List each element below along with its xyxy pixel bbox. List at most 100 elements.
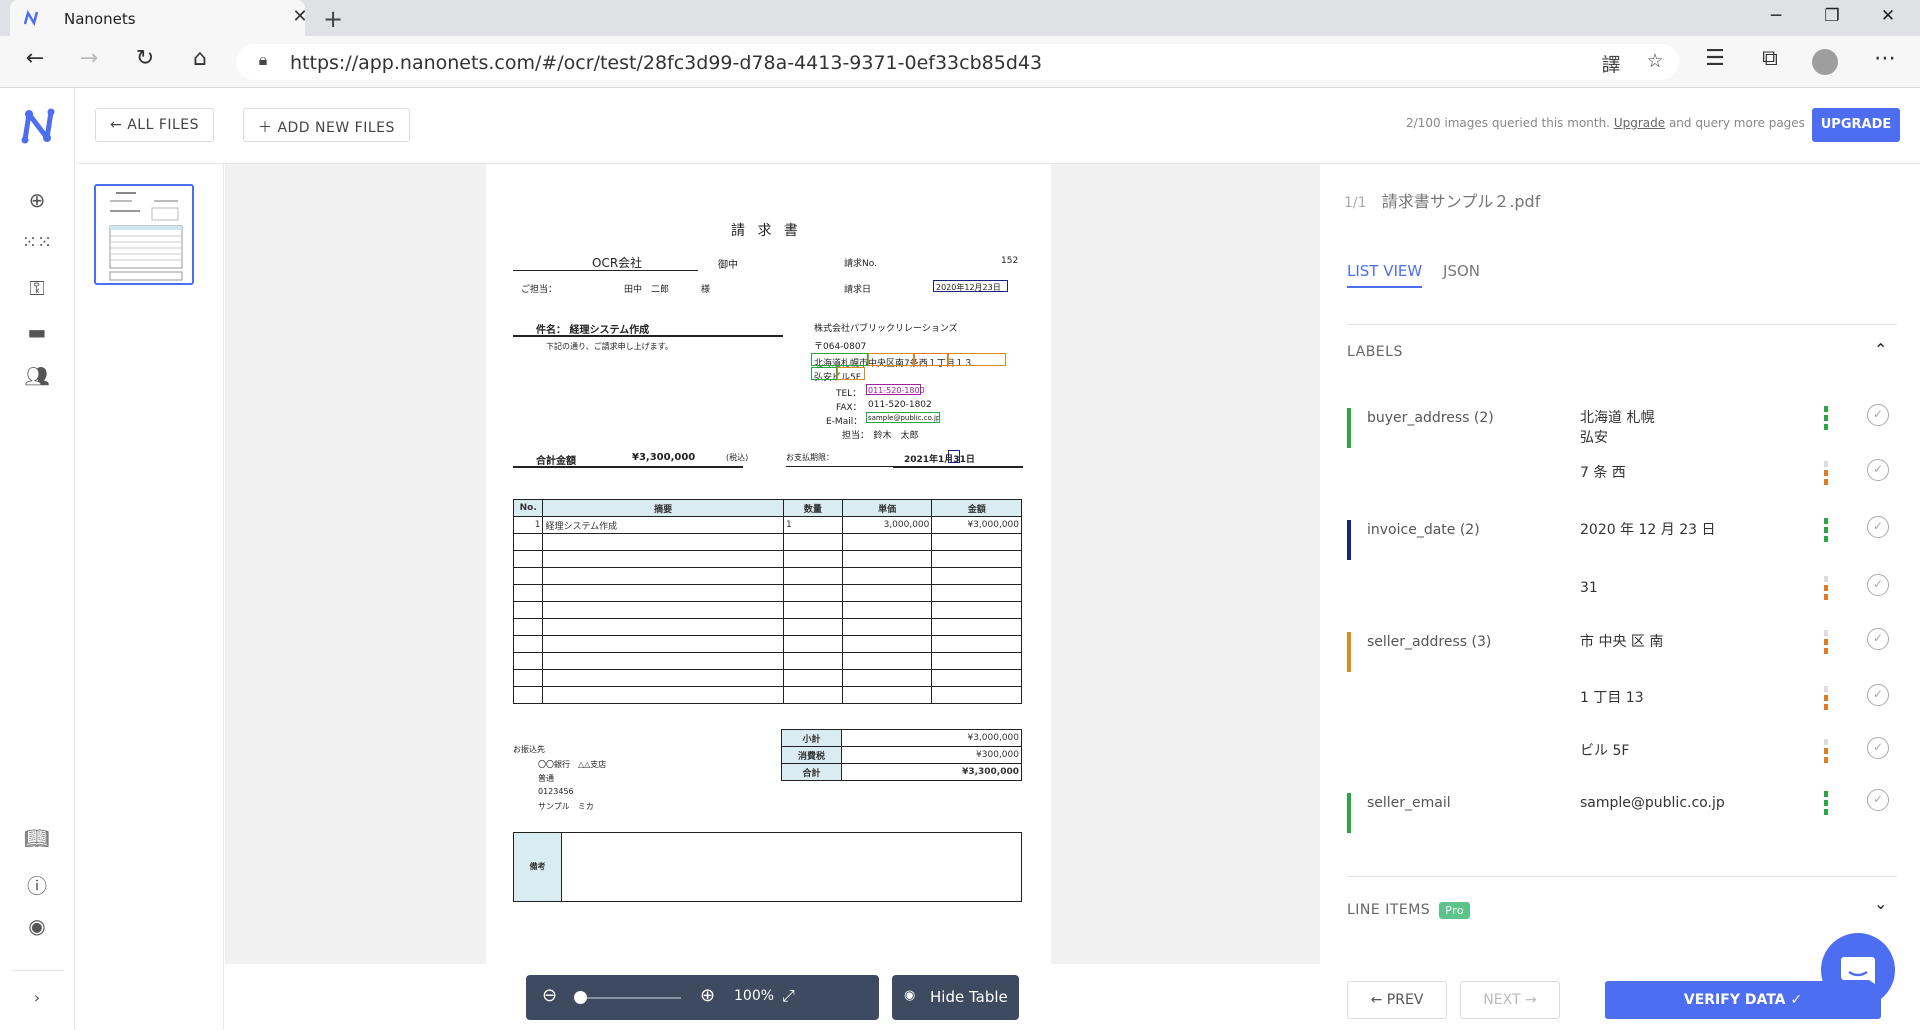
- confirm-check-icon[interactable]: ✓: [1867, 684, 1889, 706]
- buyer-address-highlight-2[interactable]: [914, 353, 948, 366]
- all-files-button[interactable]: ← ALL FILES: [95, 108, 215, 142]
- apps-grid-icon[interactable]: ⁙⁙: [18, 232, 56, 262]
- confirm-check-icon[interactable]: ✓: [1867, 516, 1889, 538]
- docs-book-icon[interactable]: 📖︎: [18, 826, 56, 856]
- label-value[interactable]: sample@public.co.jp: [1580, 793, 1725, 813]
- upgrade-link[interactable]: Upgrade: [1614, 116, 1665, 130]
- label-value[interactable]: 市 中央 区 南: [1580, 632, 1663, 652]
- minimize-icon[interactable]: ─: [1756, 6, 1796, 26]
- help-icon[interactable]: ⓘ: [18, 870, 56, 900]
- due-day-highlight[interactable]: [948, 450, 960, 463]
- hide-table-button[interactable]: ◉ Hide Table: [892, 975, 1019, 1020]
- label-name: seller_address (3): [1367, 634, 1492, 650]
- label-name: seller_email: [1367, 795, 1451, 811]
- next-button[interactable]: NEXT →: [1460, 981, 1560, 1019]
- confirm-check-icon[interactable]: ✓: [1867, 574, 1889, 596]
- team-icon[interactable]: 👥︎: [18, 364, 56, 394]
- table-row: [512, 567, 1022, 585]
- zoom-slider-handle[interactable]: [574, 991, 587, 1004]
- drag-handle-icon[interactable]: [1824, 576, 1830, 603]
- drag-handle-icon[interactable]: [1824, 461, 1830, 488]
- expand-sidebar-icon[interactable]: ›: [18, 988, 56, 1018]
- reload-icon[interactable]: ↻: [128, 46, 162, 71]
- confirm-check-icon[interactable]: ✓: [1867, 789, 1889, 811]
- doc-seller-name: 株式会社パブリックリレーションズ: [814, 324, 958, 334]
- new-tab-icon[interactable]: +: [318, 5, 348, 33]
- seller-address-highlight-3[interactable]: [837, 367, 865, 380]
- label-value[interactable]: 7 条 西: [1580, 463, 1626, 483]
- zoom-in-icon[interactable]: ⊕: [700, 985, 715, 1006]
- nanonets-logo[interactable]: [19, 106, 57, 146]
- prev-button[interactable]: ← PREV: [1347, 981, 1447, 1019]
- label-value[interactable]: 北海道 札幌 弘安: [1580, 408, 1654, 448]
- confirm-check-icon[interactable]: ✓: [1867, 459, 1889, 481]
- due-underline-2: [893, 466, 1023, 468]
- restore-icon[interactable]: ❐: [1812, 6, 1852, 26]
- invoice-date-highlight[interactable]: [933, 280, 1008, 292]
- page-thumbnail[interactable]: [94, 184, 194, 285]
- zoom-slider[interactable]: [578, 997, 681, 999]
- buyer-address-highlight-3[interactable]: [811, 367, 837, 380]
- label-value[interactable]: 2020 年 12 月 23 日: [1580, 520, 1716, 540]
- plus-icon: ＋: [258, 120, 278, 136]
- document-viewer: 請 求 書 OCR会社 御中 請求No. 152 ご担当： 田中 二郎 様 請求…: [225, 164, 1320, 1030]
- favorites-list-icon[interactable]: ☰: [1698, 46, 1732, 71]
- zoom-out-icon[interactable]: ⊖: [542, 985, 557, 1006]
- address-bar[interactable]: 🔒︎ https://app.nanonets.com/#/ocr/test/2…: [236, 44, 1679, 80]
- seller-email-highlight[interactable]: [866, 412, 940, 423]
- add-new-files-button[interactable]: ＋ ADD NEW FILES: [243, 108, 410, 142]
- doc-staff: 担当： 鈴木 太郎: [842, 431, 919, 441]
- table-header: No.: [512, 499, 544, 517]
- chat-launcher-button[interactable]: [1821, 933, 1895, 1007]
- drag-handle-icon[interactable]: [1824, 518, 1830, 545]
- drag-handle-icon[interactable]: [1824, 686, 1830, 713]
- collections-icon[interactable]: ⧉: [1753, 46, 1787, 71]
- tab-close-icon[interactable]: ✕: [290, 6, 310, 27]
- drag-handle-icon[interactable]: [1824, 791, 1830, 818]
- doc-invoice-no-label: 請求No.: [844, 259, 877, 269]
- zoom-controls: ⊖ ⊕ 100% ⤢: [526, 975, 879, 1020]
- more-menu-icon[interactable]: ⋯: [1868, 46, 1902, 71]
- favorite-star-icon[interactable]: ☆: [1640, 50, 1670, 72]
- tel-highlight[interactable]: [866, 384, 921, 395]
- home-icon[interactable]: ⌂: [183, 46, 217, 71]
- account-icon[interactable]: ◉: [18, 914, 56, 944]
- browser-tab[interactable]: Nanonets ✕: [10, 0, 308, 36]
- label-value[interactable]: 31: [1580, 578, 1598, 598]
- remarks-box: 備考: [513, 832, 1022, 902]
- window-close-icon[interactable]: ✕: [1868, 6, 1908, 26]
- translate-icon[interactable]: 譯: [1596, 50, 1626, 77]
- table-cell: 1: [782, 516, 843, 534]
- pro-badge: Pro: [1439, 902, 1471, 919]
- add-model-icon[interactable]: ⊕: [18, 188, 56, 218]
- total-underline: [513, 466, 743, 468]
- forward-icon[interactable]: →: [72, 46, 106, 71]
- profile-avatar[interactable]: [1812, 49, 1838, 75]
- sidebar-divider: [12, 970, 64, 971]
- drag-handle-icon[interactable]: [1824, 630, 1830, 657]
- label-value[interactable]: ビル 5F: [1580, 741, 1629, 761]
- billing-card-icon[interactable]: ▬: [18, 320, 56, 350]
- back-icon[interactable]: ←: [18, 46, 52, 71]
- table-row: [512, 669, 1022, 687]
- confirm-check-icon[interactable]: ✓: [1867, 404, 1889, 426]
- drag-handle-icon[interactable]: [1824, 406, 1830, 433]
- tab-json[interactable]: JSON: [1443, 262, 1480, 280]
- chevron-down-icon[interactable]: ⌄: [1874, 894, 1887, 913]
- upgrade-button[interactable]: UPGRADE: [1812, 108, 1900, 142]
- buyer-address-highlight-1[interactable]: [811, 353, 868, 366]
- fullscreen-icon[interactable]: ⤢: [782, 986, 795, 1006]
- nanonets-favicon: [22, 9, 40, 27]
- seller-address-highlight-2[interactable]: [948, 353, 1006, 366]
- seller-address-highlight-1[interactable]: [868, 353, 914, 366]
- label-value[interactable]: 1 丁目 13: [1580, 688, 1644, 708]
- confirm-check-icon[interactable]: ✓: [1867, 628, 1889, 650]
- drag-handle-icon[interactable]: [1824, 739, 1830, 766]
- chevron-up-icon[interactable]: ⌃: [1874, 340, 1887, 359]
- doc-seller-zip: 〒064-0807: [814, 342, 867, 352]
- doc-company: OCR会社: [592, 256, 643, 270]
- key-icon[interactable]: ⚿: [18, 276, 56, 306]
- confirm-check-icon[interactable]: ✓: [1867, 737, 1889, 759]
- doc-fax-label: FAX：: [836, 403, 862, 413]
- tab-list-view[interactable]: LIST VIEW: [1347, 262, 1423, 288]
